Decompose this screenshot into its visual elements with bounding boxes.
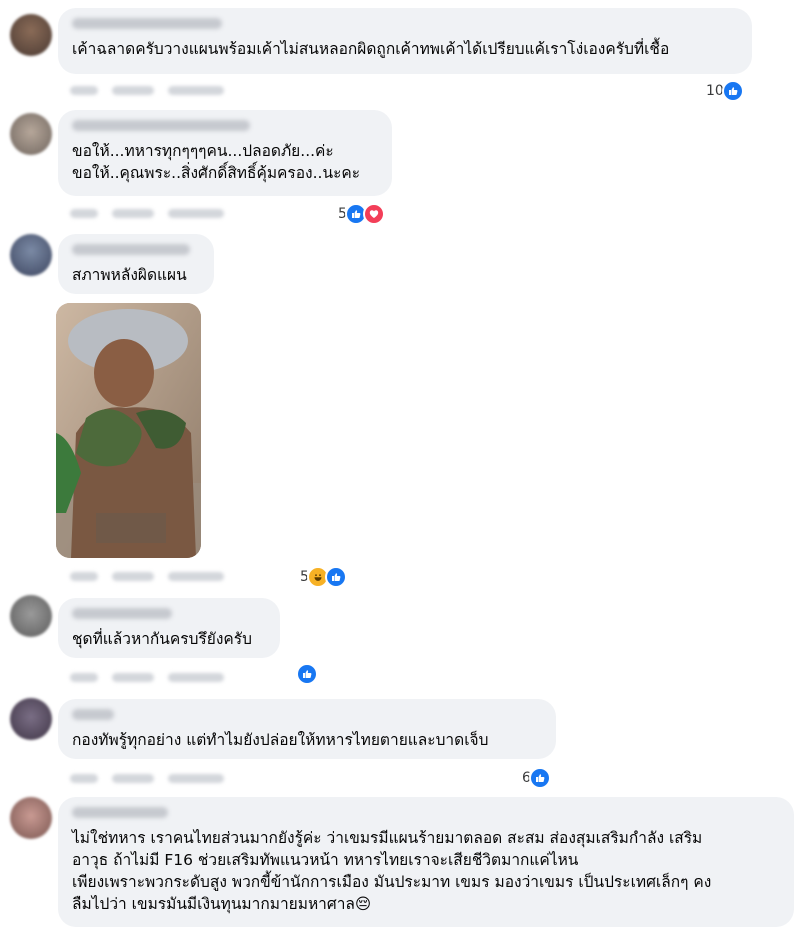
reaction-summary[interactable]: 10 [706, 80, 744, 102]
like-link[interactable] [112, 85, 154, 95]
comment-time [70, 672, 98, 682]
commenter-avatar[interactable] [10, 698, 52, 740]
comment-actions [70, 207, 224, 219]
comment-actions [70, 570, 224, 582]
like-link[interactable] [112, 571, 154, 581]
reply-link[interactable] [168, 773, 224, 783]
comment-actions [70, 671, 224, 683]
like-link[interactable] [112, 208, 154, 218]
commenter-name-blurred[interactable] [72, 18, 222, 29]
comment-bubble: ขอให้...ทหารทุกๆๆๆคน...ปลอดภัย...ค่ะ ขอใ… [58, 110, 392, 196]
commenter-avatar[interactable] [10, 797, 52, 839]
comment-bubble: ไม่ใช่ทหาร เราคนไทยส่วนมากยังรู้ค่ะ ว่าเ… [58, 797, 794, 927]
comment-time [70, 571, 98, 581]
commenter-avatar[interactable] [10, 595, 52, 637]
comment-actions [70, 772, 224, 784]
reaction-summary[interactable] [296, 663, 318, 685]
comment-actions [70, 84, 224, 96]
comment-time [70, 773, 98, 783]
commenter-name-blurred[interactable] [72, 608, 172, 619]
comment-photo[interactable] [56, 303, 201, 558]
reply-link[interactable] [168, 672, 224, 682]
love-reaction-icon [362, 203, 385, 225]
comment-time [70, 208, 98, 218]
comment-time [70, 85, 98, 95]
comment-bubble: เค้าฉลาดครับวางแผนพร้อมเค้าไม่สนหลอกผิดถ… [58, 8, 752, 74]
reply-link[interactable] [168, 571, 224, 581]
like-link[interactable] [112, 672, 154, 682]
comment-bubble: สภาพหลังผิดแผน [58, 234, 214, 294]
commenter-avatar[interactable] [10, 14, 52, 56]
commenter-name-blurred[interactable] [72, 120, 250, 131]
comment-text: สภาพหลังผิดแผน [72, 266, 187, 284]
comment-text: กองทัพรู้ทุกอย่าง แต่ทำไมยังปล่อยให้ทหาร… [72, 731, 489, 749]
commenter-name-blurred[interactable] [72, 807, 168, 818]
like-reaction-icon [296, 663, 318, 685]
reaction-summary[interactable]: 6 [522, 767, 551, 789]
reply-link[interactable] [168, 208, 224, 218]
like-reaction-icon [528, 767, 551, 789]
comment-text: ชุดที่แล้วหากันครบรึยังครับ [72, 630, 252, 648]
comment-text: เค้าฉลาดครับวางแผนพร้อมเค้าไม่สนหลอกผิดถ… [72, 40, 670, 58]
commenter-name-blurred[interactable] [72, 709, 114, 720]
like-reaction-icon [324, 566, 347, 588]
commenter-avatar[interactable] [10, 234, 52, 276]
commenter-avatar[interactable] [10, 113, 52, 155]
reaction-summary[interactable]: 5 [300, 566, 347, 588]
reply-link[interactable] [168, 85, 224, 95]
photo-image [56, 303, 201, 558]
reaction-summary[interactable]: 5 [338, 203, 385, 225]
like-reaction-icon [721, 80, 744, 102]
comment-text: ขอให้...ทหารทุกๆๆๆคน...ปลอดภัย...ค่ะ ขอใ… [72, 142, 361, 182]
commenter-name-blurred[interactable] [72, 244, 190, 255]
comment-bubble: ชุดที่แล้วหากันครบรึยังครับ [58, 598, 280, 658]
comment-text: ไม่ใช่ทหาร เราคนไทยส่วนมากยังรู้ค่ะ ว่าเ… [72, 829, 712, 913]
like-link[interactable] [112, 773, 154, 783]
comment-bubble: กองทัพรู้ทุกอย่าง แต่ทำไมยังปล่อยให้ทหาร… [58, 699, 556, 759]
